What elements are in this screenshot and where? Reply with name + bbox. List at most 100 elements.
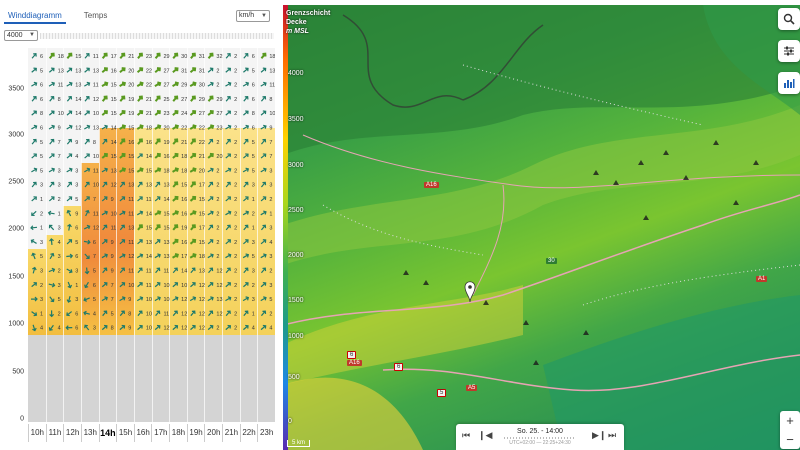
wind-arrow xyxy=(260,310,267,317)
wind-arrow xyxy=(172,181,179,188)
wind-arrow xyxy=(172,238,179,245)
x-tick-14h[interactable]: 14h xyxy=(98,424,117,442)
wind-speed: 3 xyxy=(58,283,61,289)
wind-arrow xyxy=(119,210,126,216)
wind-arrow xyxy=(119,167,127,173)
x-tick-12h[interactable]: 12h xyxy=(63,424,81,442)
wind-speed: 5 xyxy=(252,168,255,174)
wind-speed: 15 xyxy=(199,240,205,246)
x-tick-20h[interactable]: 20h xyxy=(204,424,222,442)
layers-settings-button[interactable] xyxy=(778,40,800,62)
x-tick-23h[interactable]: 23h xyxy=(257,424,275,442)
altitude-slider[interactable] xyxy=(40,33,274,39)
wind-speed: 7 xyxy=(93,197,96,203)
wind-speed: 13 xyxy=(93,68,99,74)
scale-bar: 5 km xyxy=(287,440,311,447)
wind-arrow xyxy=(66,311,73,317)
wind-speed: 2 xyxy=(234,126,237,132)
wind-speed: 11 xyxy=(146,269,152,275)
wind-arrow xyxy=(49,181,55,188)
wind-arrow xyxy=(242,81,250,87)
wind-speed: 6 xyxy=(75,326,78,332)
wind-arrow xyxy=(225,310,231,317)
wind-arrow xyxy=(136,167,144,173)
wind-speed: 11 xyxy=(93,168,99,174)
wind-speed: 17 xyxy=(181,254,187,260)
wind-speed: 10 xyxy=(181,283,187,289)
x-tick-18h[interactable]: 18h xyxy=(169,424,187,442)
step-forward-icon[interactable]: ▶❙ xyxy=(592,430,606,441)
wind-arrow xyxy=(136,81,144,87)
wind-arrow xyxy=(225,324,232,331)
wind-arrow xyxy=(119,67,126,73)
wind-arrow xyxy=(48,81,55,87)
wind-speed: 5 xyxy=(40,68,43,74)
wind-speed: 2 xyxy=(234,68,237,74)
wind-speed: 12 xyxy=(93,97,99,103)
wind-speed: 12 xyxy=(128,254,134,260)
chart-button[interactable] xyxy=(778,72,800,94)
wind-arrow xyxy=(242,210,250,216)
wind-arrow xyxy=(31,181,37,188)
tab-temps[interactable]: Temps xyxy=(80,8,112,24)
x-tick-17h[interactable]: 17h xyxy=(151,424,169,442)
x-tick-10h[interactable]: 10h xyxy=(28,424,46,442)
wind-speed: 3 xyxy=(252,297,255,303)
wind-speed: 1 xyxy=(269,211,272,217)
x-tick-22h[interactable]: 22h xyxy=(239,424,258,442)
wind-arrow xyxy=(84,110,90,116)
wind-speed: 15 xyxy=(164,211,170,217)
wind-arrow xyxy=(207,52,214,59)
wind-speed: 3 xyxy=(40,297,43,303)
unit-select[interactable]: km/h ▼ xyxy=(236,10,270,22)
wind-arrow xyxy=(66,268,73,274)
x-tick-19h[interactable]: 19h xyxy=(186,424,205,442)
search-button[interactable] xyxy=(778,8,800,30)
wind-arrow xyxy=(31,311,38,317)
time-slider[interactable] xyxy=(504,437,576,439)
map-terrain xyxy=(283,5,800,450)
wind-speed: 5 xyxy=(75,197,78,203)
wind-arrow xyxy=(119,152,126,159)
wind-arrow xyxy=(102,224,108,231)
x-tick-13h[interactable]: 13h xyxy=(80,424,99,442)
wind-arrow xyxy=(189,210,197,216)
wind-speed: 6 xyxy=(40,97,43,103)
zoom-in-button[interactable]: + xyxy=(780,411,800,430)
legend-tick: 2500 xyxy=(288,207,304,214)
wind-speed: 18 xyxy=(269,54,275,60)
map[interactable] xyxy=(283,5,800,450)
wind-arrow xyxy=(243,196,249,202)
wind-speed: 2 xyxy=(216,168,219,174)
wind-panel: Winddiagramm Temps km/h ▼ 4000 ▼ 3500 30… xyxy=(0,0,280,450)
x-tick-15h[interactable]: 15h xyxy=(116,424,134,442)
wind-speed: 32 xyxy=(216,54,222,60)
wind-arrow xyxy=(189,238,197,245)
wind-arrow xyxy=(137,310,143,317)
wind-speed: 3 xyxy=(58,168,61,174)
wind-speed: 13 xyxy=(111,168,117,174)
wind-speed: 12 xyxy=(164,326,170,332)
wind-arrow xyxy=(243,53,249,59)
road-label: 6 xyxy=(347,351,357,359)
wind-speed: 19 xyxy=(128,111,134,117)
x-tick-11h[interactable]: 11h xyxy=(45,424,64,442)
x-tick-21h[interactable]: 21h xyxy=(222,424,240,442)
road-label: A16 xyxy=(424,182,439,188)
legend-tick: 3500 xyxy=(288,116,304,123)
wind-speed: 2 xyxy=(234,240,237,246)
wind-arrow xyxy=(190,138,196,145)
wind-speed: 18 xyxy=(58,54,64,60)
wind-speed: 10 xyxy=(93,154,99,160)
wind-speed: 8 xyxy=(252,111,255,117)
wind-speed: 11 xyxy=(128,269,134,275)
wind-speed: 15 xyxy=(146,226,152,232)
y-tick: 500 xyxy=(12,368,24,376)
wind-speed: 15 xyxy=(164,226,170,232)
wind-arrow xyxy=(137,196,143,202)
zoom-out-button[interactable]: − xyxy=(780,430,800,449)
road-label: 5 xyxy=(437,389,447,397)
x-tick-16h[interactable]: 16h xyxy=(133,424,152,442)
wind-speed: 16 xyxy=(181,211,187,217)
skip-last-icon[interactable]: ⏭ xyxy=(608,430,616,441)
